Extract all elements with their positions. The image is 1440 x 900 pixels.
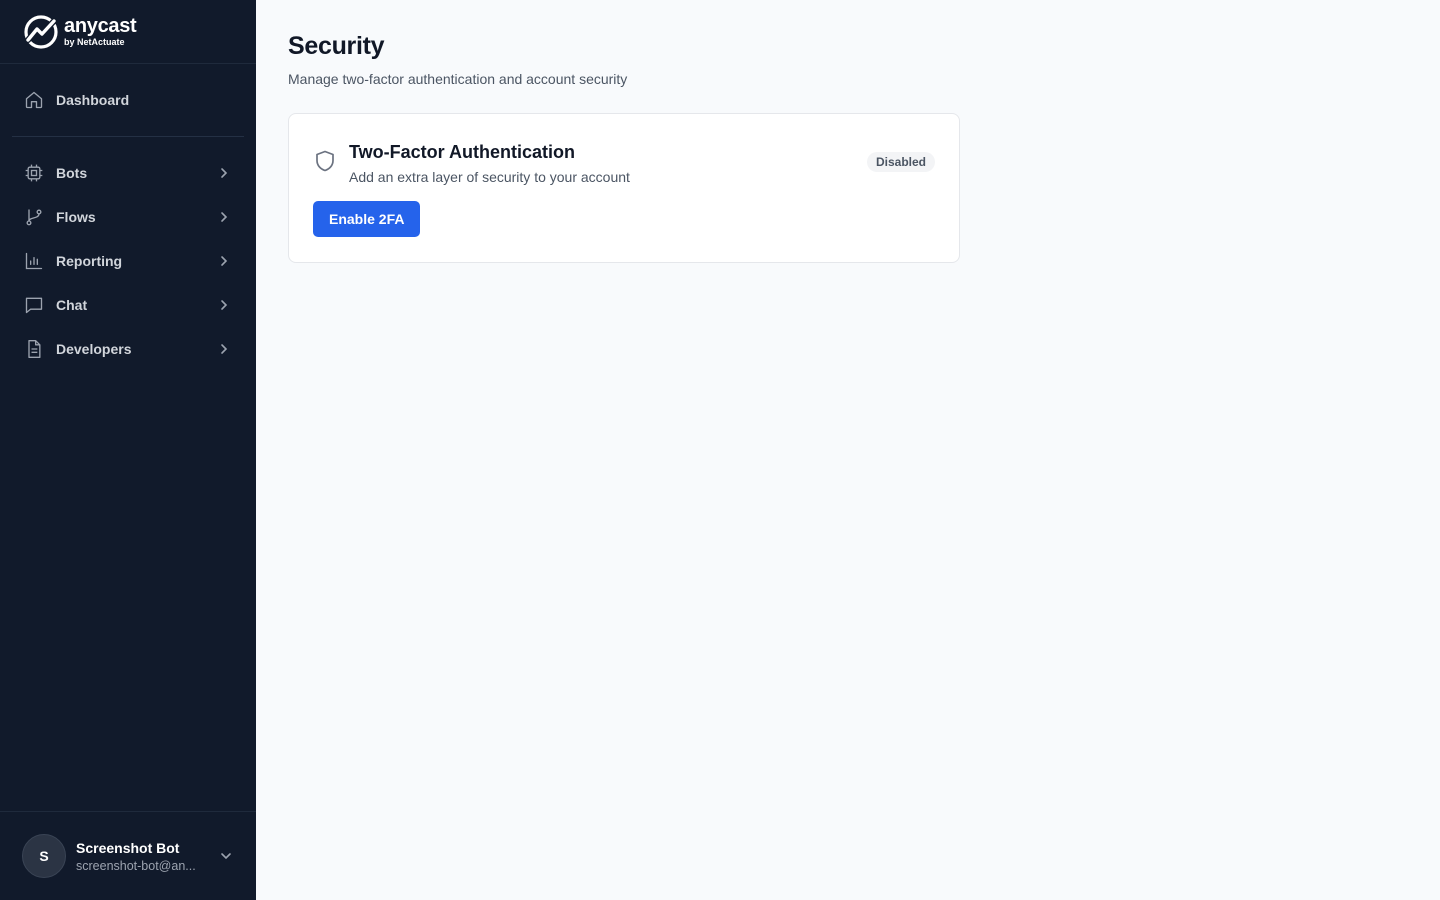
sidebar-item-reporting[interactable]: Reporting bbox=[12, 239, 244, 283]
page-title: Security bbox=[288, 32, 385, 60]
user-menu[interactable]: S Screenshot Bot screenshot-bot@an... bbox=[0, 811, 256, 900]
chevron-down-icon[interactable] bbox=[218, 848, 234, 864]
sidebar-item-bots[interactable]: Bots bbox=[12, 151, 244, 195]
shield-icon bbox=[316, 150, 334, 172]
page-subtitle: Manage two-factor authentication and acc… bbox=[288, 71, 628, 87]
sidebar-divider bbox=[12, 136, 244, 137]
file-text-icon bbox=[28, 340, 41, 358]
two-factor-card: Two-Factor Authentication Add an extra l… bbox=[288, 113, 960, 263]
sidebar-item-label: Bots bbox=[56, 165, 88, 181]
brand-subtitle: by NetActuate bbox=[64, 37, 125, 47]
chevron-right-icon bbox=[221, 256, 228, 266]
status-badge: Disabled bbox=[866, 152, 935, 172]
sidebar-item-flows[interactable]: Flows bbox=[12, 195, 244, 239]
avatar: S bbox=[22, 834, 66, 878]
sidebar-item-label: Developers bbox=[56, 341, 132, 357]
user-email: screenshot-bot@an... bbox=[76, 858, 196, 873]
sidebar-item-label: Dashboard bbox=[56, 92, 130, 108]
anycast-logo-icon bbox=[24, 14, 58, 49]
sidebar-item-label: Reporting bbox=[56, 253, 123, 269]
chevron-right-icon bbox=[221, 168, 228, 178]
sidebar-item-dashboard[interactable]: Dashboard bbox=[12, 78, 244, 122]
brand-logo[interactable]: anycast by NetActuate bbox=[0, 0, 256, 64]
git-branch-icon bbox=[26, 209, 42, 226]
sidebar-item-label: Chat bbox=[56, 297, 88, 313]
bar-chart-icon bbox=[25, 252, 43, 270]
chevron-right-icon bbox=[221, 344, 228, 354]
sidebar-item-label: Flows bbox=[56, 209, 96, 225]
chevron-right-icon bbox=[221, 212, 228, 222]
two-factor-description: Add an extra layer of security to your a… bbox=[349, 169, 630, 185]
cpu-icon bbox=[25, 164, 43, 182]
user-name: Screenshot Bot bbox=[76, 839, 180, 856]
home-icon bbox=[25, 91, 43, 109]
two-factor-title: Two-Factor Authentication bbox=[349, 142, 575, 162]
enable-2fa-button[interactable]: Enable 2FA bbox=[313, 201, 421, 237]
message-square-icon bbox=[25, 297, 43, 314]
main-content: Security Manage two-factor authenticatio… bbox=[256, 0, 1440, 900]
sidebar-item-chat[interactable]: Chat bbox=[12, 283, 244, 327]
sidebar-nav: Dashboard Bots Flows Reporting Chat Deve… bbox=[0, 64, 256, 811]
brand-name: anycast bbox=[64, 15, 137, 37]
sidebar: anycast by NetActuate Dashboard Bots Flo… bbox=[0, 0, 256, 900]
chevron-right-icon bbox=[221, 300, 228, 310]
sidebar-item-developers[interactable]: Developers bbox=[12, 327, 244, 371]
